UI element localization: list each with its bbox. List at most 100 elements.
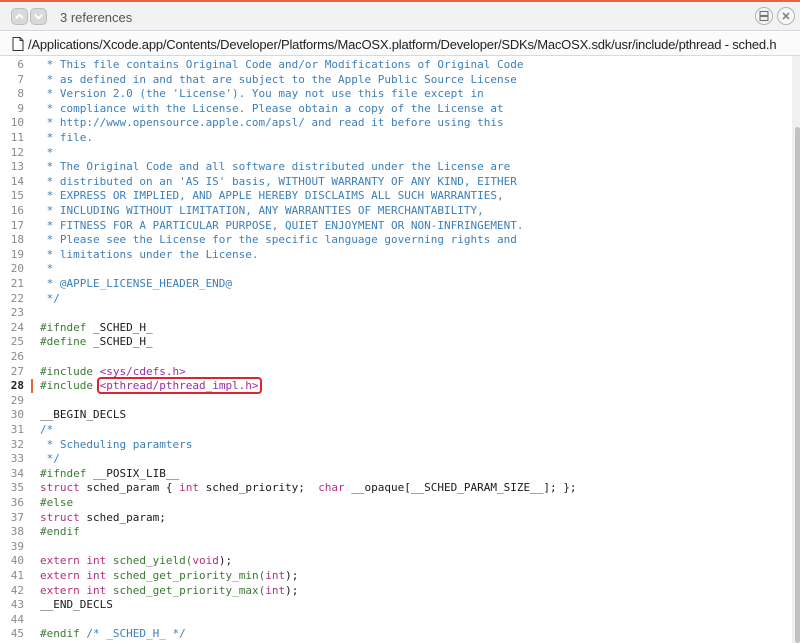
code-token: _SCHED_H_: [86, 320, 153, 334]
code-text: * The Original Code and all software dis…: [40, 160, 511, 175]
code-text: * Please see the License for the specifi…: [40, 233, 517, 248]
code-token: *: [40, 262, 54, 276]
line-number: 25: [10, 335, 24, 349]
close-icon: [782, 12, 790, 20]
code-text: extern int sched_yield(void);: [40, 554, 232, 569]
line-number: 42: [10, 583, 24, 597]
code-token: sched_get_priority_max(: [106, 583, 266, 597]
line-number: 41: [10, 569, 24, 582]
code-token: sched_param {: [79, 481, 180, 495]
code-token: #ifndef: [40, 466, 87, 480]
code-line: 24 #ifndef _SCHED_H_: [0, 321, 790, 336]
code-text: * limitations under the License.: [40, 248, 259, 263]
line-number: 8: [17, 87, 24, 101]
line-number: 23: [10, 306, 24, 320]
line-number: 36: [10, 496, 24, 509]
chevron-down-icon: [34, 14, 43, 20]
code-token: * Version 2.0 (the 'License'). You may n…: [40, 87, 484, 101]
code-line: 44: [0, 613, 790, 628]
code-line: 34 #ifndef __POSIX_LIB__: [0, 467, 790, 482]
code-token: * as defined in and that are subject to …: [40, 72, 517, 86]
code-text: * file.: [40, 131, 93, 146]
previous-reference-button[interactable]: [11, 8, 28, 25]
code-line: 31 /*: [0, 423, 790, 438]
line-number: 39: [10, 539, 24, 553]
code-token: * FITNESS FOR A PARTICULAR PURPOSE, QUIE…: [40, 218, 524, 232]
code-text: extern int sched_get_priority_max(int);: [40, 584, 298, 599]
close-button[interactable]: [777, 7, 795, 25]
code-line: 10 * http://www.opensource.apple.com/aps…: [0, 116, 790, 131]
reference-count: 3 references: [60, 10, 133, 25]
code-text: struct sched_param;: [40, 511, 166, 526]
code-token: <sys/cdefs.h>: [99, 364, 186, 378]
line-number: 19: [10, 247, 24, 261]
line-number: 32: [10, 437, 24, 451]
code-token: extern: [40, 554, 80, 568]
code-line: 35 struct sched_param { int sched_priorit…: [0, 481, 790, 496]
line-number: 12: [10, 145, 24, 159]
code-line: 9 * compliance with the License. Please …: [0, 102, 790, 117]
code-text: *: [40, 262, 54, 277]
code-line: 36 #else: [0, 496, 790, 511]
line-number: 15: [10, 189, 24, 203]
line-number: 6: [17, 58, 24, 71]
code-text: * INCLUDING WITHOUT LIMITATION, ANY WARR…: [40, 204, 484, 219]
code-token: int: [179, 481, 199, 495]
code-token: );: [285, 583, 299, 597]
code-token: void: [192, 554, 219, 568]
line-number: 34: [10, 466, 24, 480]
document-icon: [12, 37, 24, 51]
code-token: struct: [40, 510, 80, 524]
code-text: * Scheduling paramters: [40, 438, 193, 453]
line-number: 13: [10, 160, 24, 174]
code-text: struct sched_param { int sched_priority;…: [40, 481, 576, 496]
next-reference-button[interactable]: [30, 8, 47, 25]
file-path-bar: /Applications/Xcode.app/Contents/Develop…: [0, 32, 800, 56]
line-number: 11: [10, 131, 24, 144]
code-token: int: [86, 569, 107, 582]
code-token: #include: [40, 379, 100, 393]
code-text: #endif: [40, 525, 80, 540]
code-token: __opaque[__SCHED_PARAM_SIZE__]; };: [344, 481, 577, 495]
code-token: sched_priority;: [198, 481, 319, 495]
line-number: 24: [10, 320, 24, 334]
code-text: * as defined in and that are subject to …: [40, 73, 517, 88]
code-token: int: [86, 583, 107, 597]
code-token: /* _SCHED_H_ */: [79, 627, 186, 641]
code-token: * distributed on an 'AS IS' basis, WITHO…: [40, 174, 517, 188]
line-number: 26: [10, 350, 24, 363]
line-number: 35: [10, 481, 24, 495]
code-line: 12 *: [0, 146, 790, 161]
code-line: 41 extern int sched_get_priority_min(int)…: [0, 569, 790, 584]
code-token: char: [318, 481, 345, 495]
code-line: 45 #endif /* _SCHED_H_ */: [0, 627, 790, 642]
code-token: */: [40, 291, 60, 305]
layout-toggle-button[interactable]: [755, 7, 773, 25]
code-line: 32 * Scheduling paramters: [0, 438, 790, 453]
code-line: 20 *: [0, 262, 790, 277]
code-token: * INCLUDING WITHOUT LIMITATION, ANY WARR…: [40, 204, 484, 217]
code-line: 17 * FITNESS FOR A PARTICULAR PURPOSE, Q…: [0, 219, 790, 234]
code-token: int: [265, 583, 286, 597]
line-number: 7: [17, 72, 24, 86]
line-number: 21: [10, 277, 24, 290]
code-text: extern int sched_get_priority_min(int);: [40, 569, 298, 584]
code-line: 26: [0, 350, 790, 365]
line-number: 9: [17, 101, 24, 115]
code-text: #ifndef _SCHED_H_: [40, 321, 153, 336]
scrollbar-thumb[interactable]: [795, 127, 800, 643]
code-text: */: [40, 452, 60, 467]
code-token: _SCHED_H_: [86, 335, 153, 349]
code-token: * http://www.opensource.apple.com/apsl/ …: [40, 116, 504, 130]
line-number: 33: [10, 452, 24, 466]
code-token: struct: [40, 481, 80, 495]
code-line: 40 extern int sched_yield(void);: [0, 554, 790, 569]
line-number: 38: [10, 525, 24, 539]
highlighted-reference[interactable]: <pthread/pthread_impl.h>: [96, 377, 262, 395]
file-path: /Applications/Xcode.app/Contents/Develop…: [28, 37, 777, 52]
line-number: 40: [10, 554, 24, 568]
chevron-up-icon: [15, 13, 24, 19]
code-editor[interactable]: 6 * This file contains Original Code and…: [0, 56, 792, 643]
code-line: 7 * as defined in and that are subject t…: [0, 73, 790, 88]
code-line: 33 */: [0, 452, 790, 467]
